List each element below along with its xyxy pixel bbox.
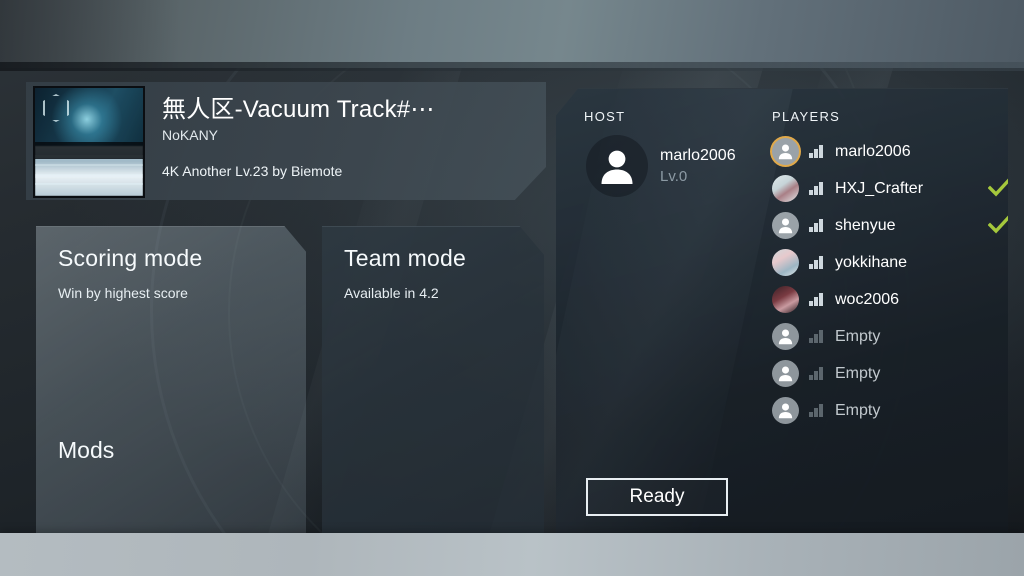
song-info-panel[interactable]: 無人区-Vacuum Track#⋯ NoKANY 4K Another Lv.… (26, 82, 546, 200)
signal-strength-icon (809, 182, 826, 195)
ready-button[interactable]: Ready (586, 478, 728, 516)
player-avatar (772, 360, 799, 387)
scoring-mode-heading: Scoring mode (58, 245, 203, 271)
person-icon (601, 150, 633, 184)
player-name: woc2006 (835, 290, 900, 308)
player-row[interactable]: Empty (772, 392, 992, 429)
player-name: Empty (835, 401, 881, 419)
player-row[interactable]: shenyue (772, 207, 1008, 244)
player-row[interactable]: marlo2006 (772, 133, 992, 170)
host-name: marlo2006 (660, 146, 736, 164)
player-name: Empty (835, 364, 881, 382)
player-avatar (772, 397, 799, 424)
person-icon (778, 218, 793, 234)
player-avatar (772, 323, 799, 350)
host-section-label: HOST (584, 109, 626, 124)
signal-strength-icon (809, 145, 826, 158)
person-icon (778, 329, 793, 345)
signal-strength-icon (809, 367, 826, 380)
scoring-mode-panel[interactable]: Scoring mode Win by highest score Mods (36, 226, 306, 546)
person-icon (778, 144, 793, 160)
player-row[interactable]: Empty (772, 318, 992, 355)
player-name: yokkihane (835, 253, 908, 271)
player-avatar (772, 138, 799, 165)
ready-check-icon (987, 178, 1008, 203)
mods-heading[interactable]: Mods (58, 437, 114, 464)
player-row[interactable]: yokkihane (772, 244, 992, 281)
signal-strength-icon (809, 219, 826, 232)
player-avatar (772, 212, 799, 239)
team-mode-subtitle: Available in 4.2 (344, 285, 439, 301)
player-row[interactable]: HXJ_Crafter (772, 170, 1008, 207)
player-name: shenyue (835, 216, 896, 234)
player-avatar (772, 249, 799, 276)
room-roster-panel: HOST PLAYERS marlo2006 Lv.0 marlo2006 HXJ… (556, 88, 1008, 546)
player-row[interactable]: woc2006 (772, 281, 992, 318)
song-artist: NoKANY (162, 126, 219, 143)
scoring-mode-subtitle: Win by highest score (58, 285, 188, 301)
host-level: Lv.0 (660, 167, 688, 185)
signal-strength-icon (809, 330, 826, 343)
team-mode-heading: Team mode (344, 245, 466, 271)
song-chart-info: 4K Another Lv.23 by Biemote (162, 162, 343, 179)
top-bar (0, 0, 1024, 68)
players-section-label: PLAYERS (772, 109, 841, 124)
bottom-bar (0, 533, 1024, 576)
ready-button-label: Ready (629, 486, 685, 507)
person-icon (778, 403, 793, 419)
person-icon (778, 366, 793, 382)
players-list: marlo2006 HXJ_Craftershenyue yokkihane woc2… (772, 133, 1008, 429)
signal-strength-icon (809, 256, 826, 269)
player-row[interactable]: Empty (772, 355, 992, 392)
player-avatar (772, 175, 799, 202)
host-block[interactable]: marlo2006 Lv.0 (586, 135, 736, 197)
album-art-thumbnail (33, 86, 145, 198)
host-avatar (586, 135, 648, 197)
top-bar-edge (0, 62, 1024, 71)
player-name: HXJ_Crafter (835, 179, 924, 197)
player-name: Empty (835, 327, 881, 345)
song-title: 無人区-Vacuum Track#⋯ (162, 96, 435, 123)
signal-strength-icon (809, 293, 826, 306)
signal-strength-icon (809, 404, 826, 417)
player-avatar (772, 286, 799, 313)
room-screen: ROOM EASY+ (0, 0, 1024, 576)
team-mode-panel[interactable]: Team mode Available in 4.2 (322, 226, 544, 546)
player-name: marlo2006 (835, 142, 911, 160)
ready-check-icon (987, 215, 1008, 240)
